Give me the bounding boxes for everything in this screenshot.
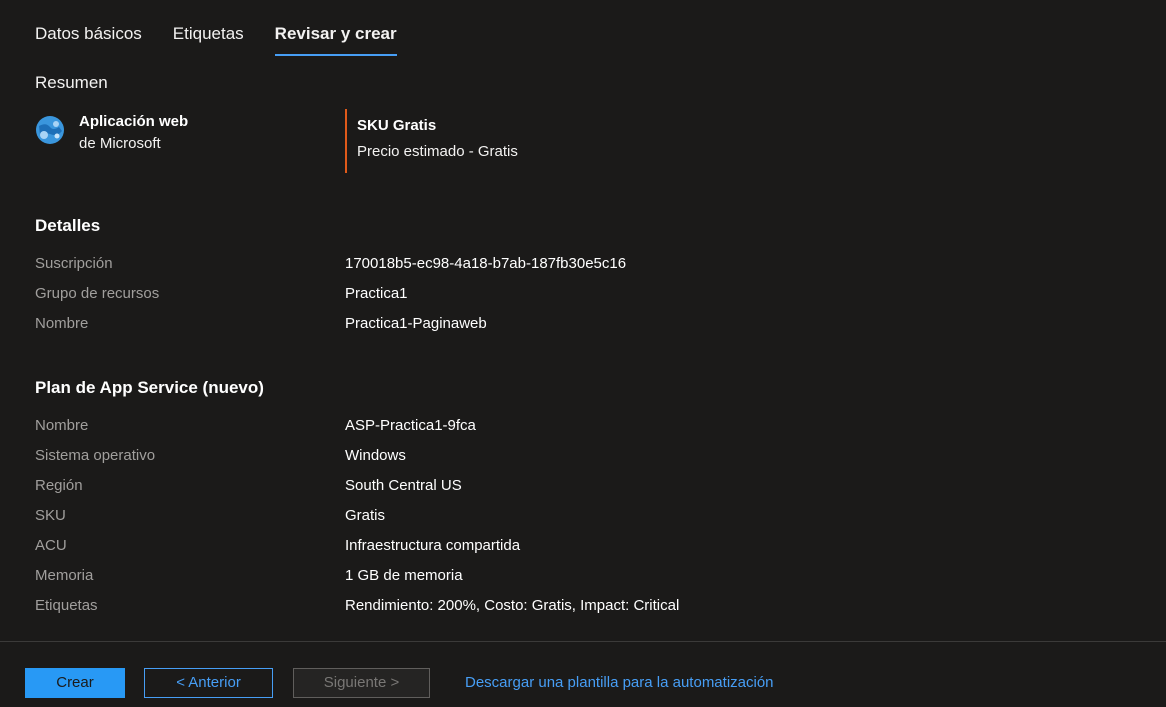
previous-button[interactable]: < Anterior — [144, 668, 273, 698]
detail-label: Nombre — [35, 315, 89, 332]
detail-label: Suscripción — [35, 255, 113, 272]
plan-value: Gratis — [345, 507, 386, 524]
app-summary: Aplicación web de Microsoft — [35, 112, 188, 156]
tab-datos-basicos[interactable]: Datos básicos — [35, 22, 142, 56]
plan-heading: Plan de App Service (nuevo) — [35, 378, 264, 397]
plan-value: Windows — [345, 447, 406, 464]
download-template-link[interactable]: Descargar una plantilla para la automati… — [465, 668, 774, 698]
detail-row: Grupo de recursos Practica1 — [35, 283, 1135, 305]
plan-row: Sistema operativo Windows — [35, 445, 1135, 467]
globe-icon — [36, 116, 64, 144]
plan-label: Región — [35, 477, 83, 494]
detail-row: Suscripción 170018b5-ec98-4a18-b7ab-187f… — [35, 253, 1135, 275]
detail-value: 170018b5-ec98-4a18-b7ab-187fb30e5c16 — [345, 255, 627, 272]
sku-title: SKU Gratis — [357, 117, 437, 134]
plan-label: Etiquetas — [35, 597, 98, 614]
plan-value: 1 GB de memoria — [345, 567, 463, 584]
plan-value: Infraestructura compartida — [345, 537, 521, 554]
plan-value: Rendimiento: 200%, Costo: Gratis, Impact… — [345, 597, 680, 614]
plan-row: Región South Central US — [35, 475, 1135, 497]
plan-label: SKU — [35, 507, 66, 524]
plan-row: SKU Gratis — [35, 505, 1135, 527]
tab-revisar-y-crear[interactable]: Revisar y crear — [274, 22, 397, 56]
app-publisher: de Microsoft — [79, 135, 161, 152]
plan-label: Nombre — [35, 417, 89, 434]
detail-value: Practica1-Paginaweb — [345, 315, 487, 332]
plan-row: ACU Infraestructura compartida — [35, 535, 1135, 557]
detail-row: Nombre Practica1-Paginaweb — [35, 313, 1135, 335]
plan-row: Memoria 1 GB de memoria — [35, 565, 1135, 587]
tab-etiquetas[interactable]: Etiquetas — [173, 22, 244, 56]
plan-row: Nombre ASP-Practica1-9fca — [35, 415, 1135, 437]
create-button[interactable]: Crear — [25, 668, 125, 698]
app-name: Aplicación web — [79, 113, 189, 130]
tab-bar: Datos básicos Etiquetas Revisar y crear — [35, 22, 428, 56]
sku-price: Precio estimado - Gratis — [357, 143, 518, 160]
plan-label: Memoria — [35, 567, 94, 584]
plan-value: ASP-Practica1-9fca — [345, 417, 476, 434]
summary-label: Resumen — [35, 73, 108, 92]
sku-summary: SKU Gratis Precio estimado - Gratis — [345, 109, 518, 173]
next-button[interactable]: Siguiente > — [293, 668, 430, 698]
detail-value: Practica1 — [345, 285, 408, 302]
footer-divider — [0, 641, 1166, 642]
plan-label: Sistema operativo — [35, 447, 156, 464]
plan-row: Etiquetas Rendimiento: 200%, Costo: Grat… — [35, 595, 1135, 617]
details-heading: Detalles — [35, 216, 101, 235]
detail-label: Grupo de recursos — [35, 285, 160, 302]
plan-label: ACU — [35, 537, 67, 554]
plan-value: South Central US — [345, 477, 462, 494]
